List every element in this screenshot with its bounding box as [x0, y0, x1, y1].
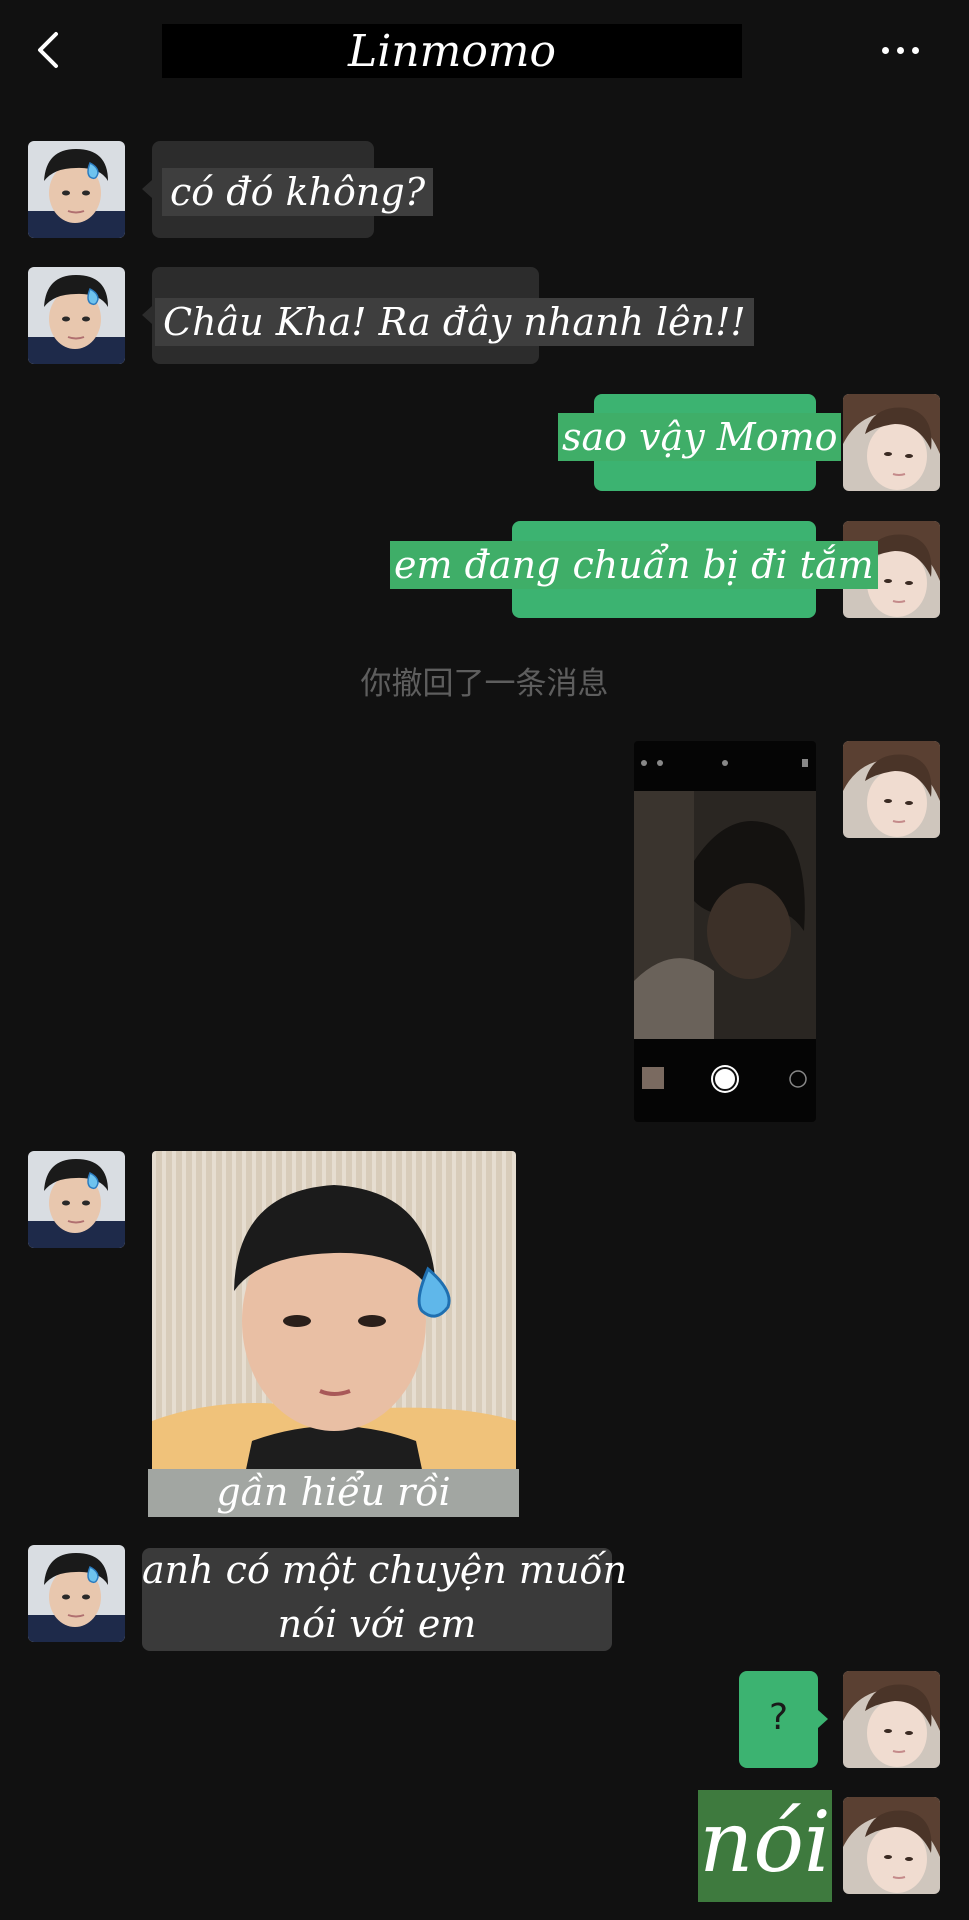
back-button[interactable] [28, 28, 68, 72]
chat-title: Linmomo [347, 25, 557, 77]
message-text: Châu Kha! Ra đây nhanh lên!! [155, 298, 754, 346]
chat-header: Linmomo [0, 0, 969, 100]
avatar-self[interactable] [843, 394, 940, 491]
bubble-tail [818, 1710, 828, 1728]
chat-title-box: Linmomo [162, 24, 742, 78]
avatar-contact[interactable] [28, 1545, 125, 1642]
sticker-image[interactable] [152, 1151, 516, 1517]
bubble-tail [142, 180, 152, 198]
message-text: em đang chuẩn bị đi tắm [390, 541, 878, 589]
avatar-contact[interactable] [28, 141, 125, 238]
bubble-tail [142, 306, 152, 324]
message-text: nói [699, 1793, 831, 1891]
camera-screenshot-image[interactable] [634, 741, 816, 1122]
avatar-self[interactable] [843, 1671, 940, 1768]
avatar-contact[interactable] [28, 1151, 125, 1248]
message-text: anh có một chuyện muốn [142, 1548, 628, 1592]
message-text: ? [768, 1697, 789, 1738]
more-horizontal-icon [911, 46, 919, 54]
more-horizontal-icon [896, 46, 904, 54]
more-horizontal-icon [881, 46, 889, 54]
sticker-caption: gần hiểu rồi [216, 1470, 451, 1514]
chevron-left-icon [38, 32, 58, 68]
message-text: nói với em [277, 1602, 477, 1646]
recalled-message-note: 你撤回了一条消息 [360, 666, 609, 702]
more-button[interactable] [872, 30, 928, 70]
avatar-self[interactable] [843, 1797, 940, 1894]
avatar-self[interactable] [843, 741, 940, 838]
avatar-contact[interactable] [28, 267, 125, 364]
message-text: sao vậy Momo [558, 413, 842, 461]
message-text: có đó không? [162, 168, 434, 216]
